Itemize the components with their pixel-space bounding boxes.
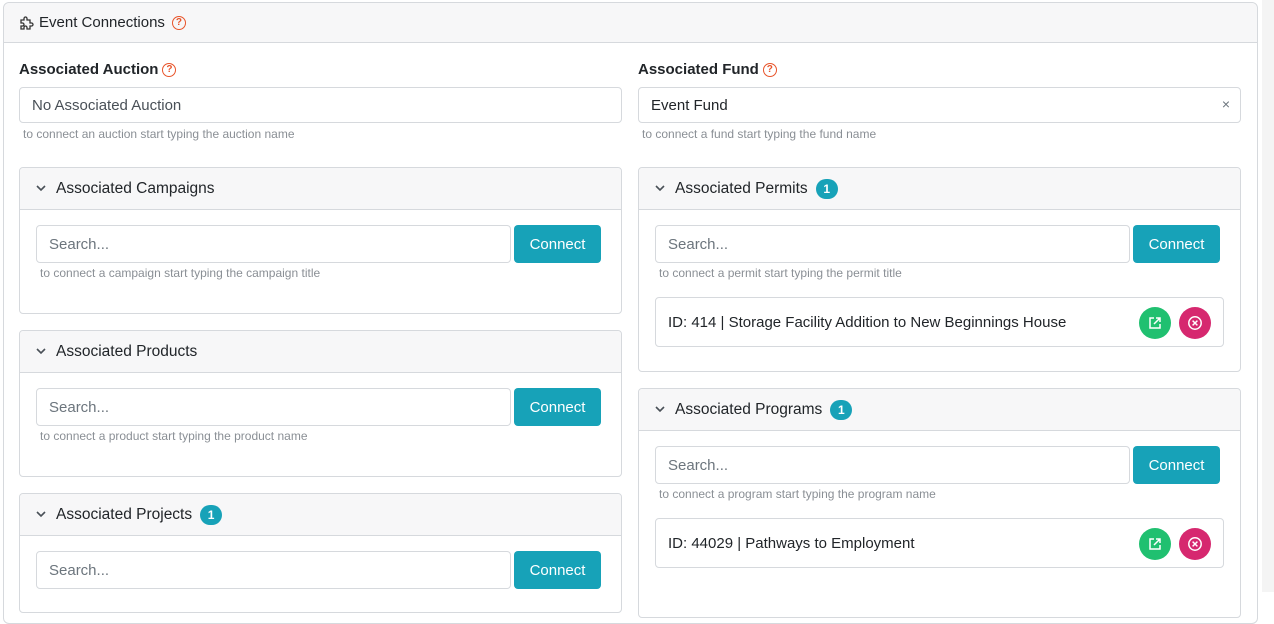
products-panel-header[interactable]: Associated Products: [20, 331, 621, 373]
campaigns-panel: Associated Campaigns Search... Connect t…: [19, 167, 622, 314]
connect-permit-button[interactable]: Connect: [1133, 225, 1220, 263]
projects-panel: Associated Projects 1 Search... Connect: [19, 493, 622, 613]
open-external-icon[interactable]: [1139, 307, 1171, 339]
puzzle-icon: [19, 15, 35, 31]
connect-program-button[interactable]: Connect: [1133, 446, 1220, 484]
connect-product-button[interactable]: Connect: [514, 388, 601, 426]
permits-panel: Associated Permits 1 Search... Connect t…: [638, 167, 1241, 372]
item-label: ID: 44029 | Pathways to Employment: [668, 534, 915, 552]
count-badge: 1: [830, 399, 853, 420]
remove-icon[interactable]: [1179, 307, 1211, 339]
list-item: ID: 414 | Storage Facility Addition to N…: [655, 297, 1224, 347]
program-search-input[interactable]: Search...: [655, 446, 1130, 484]
programs-panel: Associated Programs 1 Search... Connect …: [638, 388, 1241, 618]
campaign-hint: to connect a campaign start typing the c…: [40, 266, 321, 280]
auction-label: Associated Auction ?: [19, 61, 177, 78]
permit-search-input[interactable]: Search...: [655, 225, 1130, 263]
fund-label: Associated Fund ?: [638, 61, 777, 78]
item-label: ID: 414 | Storage Facility Addition to N…: [668, 313, 1067, 331]
permits-panel-header[interactable]: Associated Permits 1: [639, 168, 1240, 210]
chevron-down-icon[interactable]: [36, 183, 56, 195]
scrollbar[interactable]: [1262, 0, 1274, 592]
projects-panel-header[interactable]: Associated Projects 1: [20, 494, 621, 536]
project-search-input[interactable]: Search...: [36, 551, 511, 589]
auction-hint: to connect an auction start typing the a…: [23, 127, 295, 141]
list-item: ID: 44029 | Pathways to Employment: [655, 518, 1224, 568]
programs-panel-header[interactable]: Associated Programs 1: [639, 389, 1240, 431]
help-icon[interactable]: ?: [171, 15, 186, 30]
open-external-icon[interactable]: [1139, 528, 1171, 560]
fund-hint: to connect a fund start typing the fund …: [642, 127, 877, 141]
connect-campaign-button[interactable]: Connect: [514, 225, 601, 263]
product-hint: to connect a product start typing the pr…: [40, 429, 308, 443]
chevron-down-icon[interactable]: [36, 346, 56, 358]
chevron-down-icon[interactable]: [36, 509, 56, 521]
auction-input[interactable]: No Associated Auction: [19, 87, 622, 123]
page-title: Event Connections: [39, 14, 165, 31]
connect-project-button[interactable]: Connect: [514, 551, 601, 589]
chevron-down-icon[interactable]: [655, 404, 675, 416]
remove-icon[interactable]: [1179, 528, 1211, 560]
count-badge: 1: [815, 178, 838, 199]
card-header: Event Connections ?: [4, 3, 1257, 43]
help-icon[interactable]: ?: [162, 62, 177, 77]
campaigns-panel-header[interactable]: Associated Campaigns: [20, 168, 621, 210]
product-search-input[interactable]: Search...: [36, 388, 511, 426]
chevron-down-icon[interactable]: [655, 183, 675, 195]
help-icon[interactable]: ?: [762, 62, 777, 77]
products-panel: Associated Products Search... Connect to…: [19, 330, 622, 477]
count-badge: 1: [200, 504, 223, 525]
fund-input[interactable]: Event Fund ×: [638, 87, 1241, 123]
permit-hint: to connect a permit start typing the per…: [659, 266, 902, 280]
program-hint: to connect a program start typing the pr…: [659, 487, 936, 501]
clear-icon[interactable]: ×: [1222, 96, 1230, 112]
campaign-search-input[interactable]: Search...: [36, 225, 511, 263]
